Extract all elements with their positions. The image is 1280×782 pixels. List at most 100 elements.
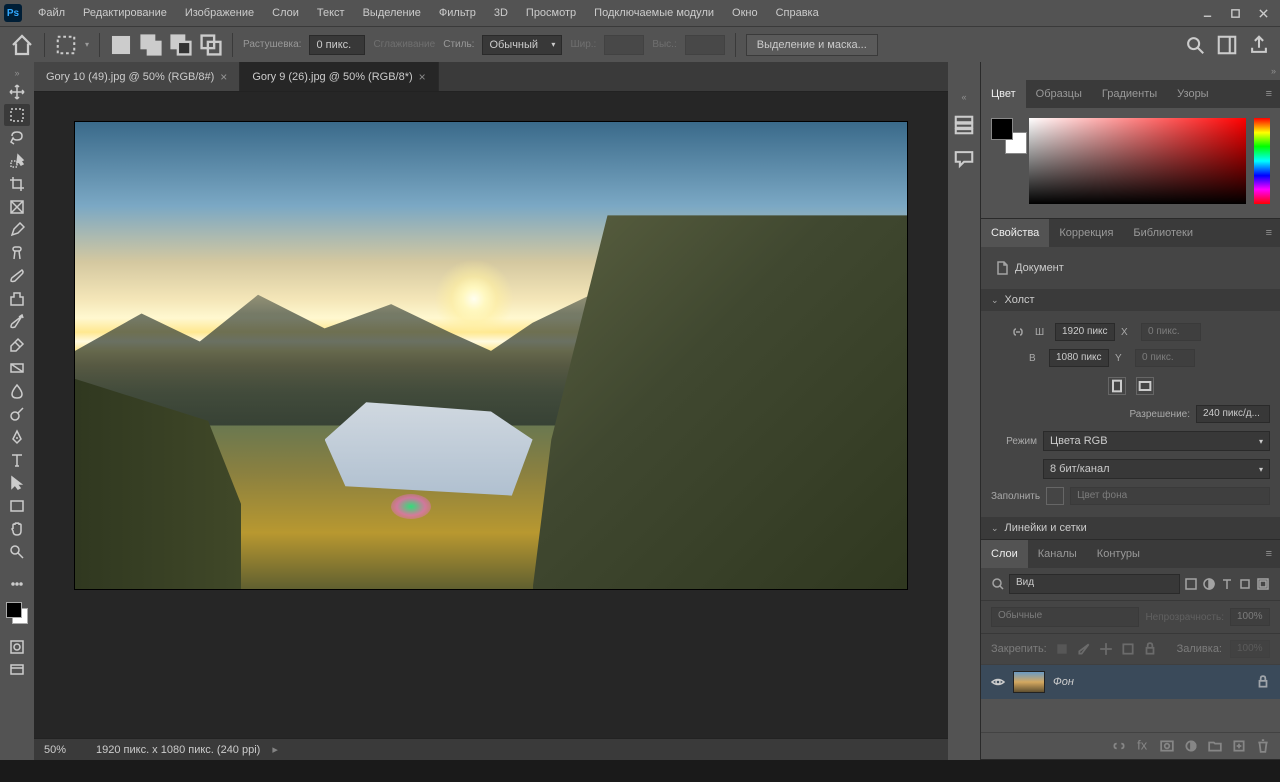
select-and-mask-btn[interactable]: Выделение и маска... (746, 34, 878, 56)
saturation-picker[interactable] (1029, 118, 1246, 204)
workspace-icon[interactable] (1216, 34, 1238, 56)
minimize-btn[interactable] (1194, 3, 1220, 23)
tab-adjustments[interactable]: Коррекция (1049, 219, 1123, 247)
color-swatch[interactable] (4, 600, 30, 626)
maximize-btn[interactable] (1222, 3, 1248, 23)
search-icon[interactable] (1184, 34, 1206, 56)
canvas-accordion[interactable]: ⌄Холст (981, 289, 1280, 311)
frame-tool[interactable] (4, 196, 30, 218)
quickmask-tool[interactable] (4, 636, 30, 658)
selection-intersect-icon[interactable] (200, 34, 222, 56)
menu-edit[interactable]: Редактирование (75, 3, 175, 23)
filter-smart-icon[interactable] (1256, 577, 1270, 591)
menu-view[interactable]: Просмотр (518, 3, 584, 23)
doc-tab-0[interactable]: Gory 10 (49).jpg @ 50% (RGB/8#) × (34, 62, 240, 91)
menu-filter[interactable]: Фильтр (431, 3, 484, 23)
menu-3d[interactable]: 3D (486, 3, 516, 23)
layer-fx-icon[interactable]: fx (1136, 739, 1150, 753)
color-preview[interactable] (991, 118, 1021, 148)
layer-name[interactable]: Фон (1053, 676, 1074, 688)
fill-select[interactable]: Цвет фона (1070, 487, 1270, 505)
zoom-level[interactable]: 50% (44, 744, 84, 756)
rulers-accordion[interactable]: ⌄Линейки и сетки (981, 517, 1280, 539)
history-panel-icon[interactable] (953, 114, 975, 136)
tab-layers[interactable]: Слои (981, 540, 1028, 568)
tab-color[interactable]: Цвет (981, 80, 1026, 108)
history-brush-tool[interactable] (4, 311, 30, 333)
zoom-tool[interactable] (4, 541, 30, 563)
blur-tool[interactable] (4, 380, 30, 402)
filter-adjust-icon[interactable] (1202, 577, 1216, 591)
mode-select[interactable]: Цвета RGB▾ (1043, 431, 1270, 451)
marquee-mode-icon[interactable] (55, 34, 77, 56)
healing-tool[interactable] (4, 242, 30, 264)
close-icon[interactable]: × (419, 70, 426, 84)
brush-tool[interactable] (4, 265, 30, 287)
tab-properties[interactable]: Свойства (981, 219, 1049, 247)
delete-icon[interactable] (1256, 739, 1270, 753)
filter-type-icon[interactable] (1220, 577, 1234, 591)
type-tool[interactable] (4, 449, 30, 471)
visibility-icon[interactable] (991, 675, 1005, 689)
menu-image[interactable]: Изображение (177, 3, 262, 23)
foreground-color[interactable] (6, 602, 22, 618)
screenmode-tool[interactable] (4, 659, 30, 681)
home-btn[interactable] (10, 33, 34, 57)
height-input[interactable]: 1080 пикс (1049, 349, 1109, 367)
resolution-input[interactable]: 240 пикс/д... (1196, 405, 1270, 423)
edit-toolbar[interactable] (4, 573, 30, 595)
selection-subtract-icon[interactable] (170, 34, 192, 56)
tab-channels[interactable]: Каналы (1028, 540, 1087, 568)
new-layer-icon[interactable] (1232, 739, 1246, 753)
tab-libraries[interactable]: Библиотеки (1123, 219, 1203, 247)
link-layers-icon[interactable] (1112, 739, 1126, 753)
menu-select[interactable]: Выделение (355, 3, 429, 23)
hue-slider[interactable] (1254, 118, 1270, 204)
doc-tab-1[interactable]: Gory 9 (26).jpg @ 50% (RGB/8*) × (240, 62, 438, 91)
shape-tool[interactable] (4, 495, 30, 517)
portrait-icon[interactable] (1108, 377, 1126, 395)
close-btn[interactable] (1250, 3, 1276, 23)
style-select[interactable]: Обычный▾ (482, 35, 562, 55)
tab-paths[interactable]: Контуры (1087, 540, 1150, 568)
filter-shape-icon[interactable] (1238, 577, 1252, 591)
lasso-tool[interactable] (4, 127, 30, 149)
panel-menu-icon[interactable]: ≡ (1258, 88, 1280, 100)
link-icon[interactable] (1011, 325, 1025, 339)
layer-thumbnail[interactable] (1013, 671, 1045, 693)
canvas[interactable] (75, 122, 907, 589)
dodge-tool[interactable] (4, 403, 30, 425)
filter-image-icon[interactable] (1184, 577, 1198, 591)
gradient-tool[interactable] (4, 357, 30, 379)
feather-input[interactable] (309, 35, 365, 55)
panel-menu-icon[interactable]: ≡ (1258, 227, 1280, 239)
comments-panel-icon[interactable] (953, 148, 975, 170)
menu-window[interactable]: Окно (724, 3, 766, 23)
menu-layers[interactable]: Слои (264, 3, 307, 23)
move-tool[interactable] (4, 81, 30, 103)
crop-tool[interactable] (4, 173, 30, 195)
adjustment-layer-icon[interactable] (1184, 739, 1198, 753)
menu-file[interactable]: Файл (30, 3, 73, 23)
depth-select[interactable]: 8 бит/канал▾ (1043, 459, 1270, 479)
tab-gradients[interactable]: Градиенты (1092, 80, 1167, 108)
eraser-tool[interactable] (4, 334, 30, 356)
share-icon[interactable] (1248, 34, 1270, 56)
group-icon[interactable] (1208, 739, 1222, 753)
path-select-tool[interactable] (4, 472, 30, 494)
menu-text[interactable]: Текст (309, 3, 353, 23)
fill-color-swatch[interactable] (1046, 487, 1064, 505)
selection-new-icon[interactable] (110, 34, 132, 56)
layer-mask-icon[interactable] (1160, 739, 1174, 753)
tab-patterns[interactable]: Узоры (1167, 80, 1218, 108)
width-input[interactable]: 1920 пикс (1055, 323, 1115, 341)
tab-swatches[interactable]: Образцы (1026, 80, 1092, 108)
layer-row[interactable]: Фон (981, 665, 1280, 699)
layer-filter-select[interactable]: Вид (1009, 574, 1180, 594)
close-icon[interactable]: × (220, 70, 227, 84)
clone-tool[interactable] (4, 288, 30, 310)
selection-add-icon[interactable] (140, 34, 162, 56)
eyedropper-tool[interactable] (4, 219, 30, 241)
menu-help[interactable]: Справка (768, 3, 827, 23)
landscape-icon[interactable] (1136, 377, 1154, 395)
